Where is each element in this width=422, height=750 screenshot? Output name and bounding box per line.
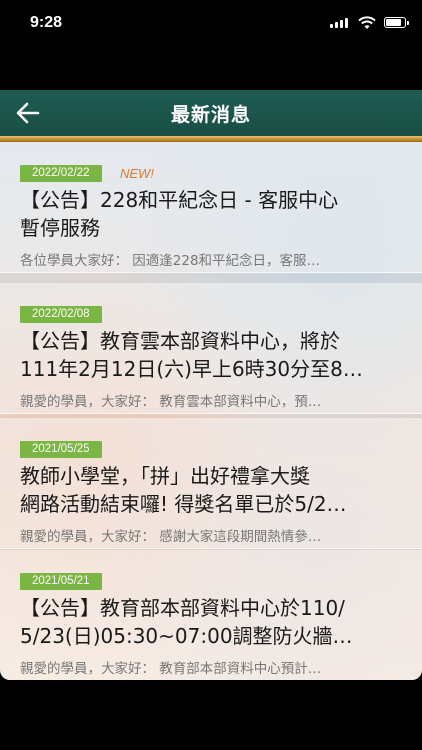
cellular-signal-icon xyxy=(330,18,348,28)
news-excerpt: 親愛的學員，大家好： 教育雲本部資料中心，預… xyxy=(20,394,322,410)
news-date: 2022/02/08 xyxy=(20,306,102,323)
news-date: 2021/05/21 xyxy=(20,573,102,590)
page-title: 最新消息 xyxy=(170,103,251,126)
news-excerpt: 親愛的學員，大家好： 教育部本部資料中心預計… xyxy=(20,661,322,677)
news-title-line2: 網路活動結束囉! 得獎名單已於5/2… xyxy=(20,492,347,516)
news-title-line1: 【公告】教育部本部資料中心於110/ xyxy=(20,596,345,620)
news-item[interactable]: 2022/02/08 【公告】教育雲本部資料中心，將於 111年2月12日(六)… xyxy=(0,283,422,414)
news-title-line2: 暫停服務 xyxy=(20,216,100,240)
news-title-line1: 教師小學堂，「拼」出好禮拿大獎 xyxy=(20,464,310,488)
battery-icon xyxy=(384,17,409,28)
news-item[interactable]: 2021/05/21 【公告】教育部本部資料中心於110/ 5/23(日)05:… xyxy=(0,550,422,680)
news-item[interactable]: 2022/02/22 NEW! 【公告】228和平紀念日 - 客服中心 暫停服務… xyxy=(0,142,422,273)
status-bar: 9:28 xyxy=(0,0,422,50)
back-arrow-icon[interactable] xyxy=(14,100,42,126)
news-excerpt: 親愛的學員，大家好： 感謝大家這段期間熱情參… xyxy=(20,529,322,545)
news-title: 【公告】教育部本部資料中心於110/ 5/23(日)05:30~07:00調整防… xyxy=(20,594,400,650)
news-item[interactable]: 2021/05/25 教師小學堂，「拼」出好禮拿大獎 網路活動結束囉! 得獎名單… xyxy=(0,418,422,549)
news-title: 教師小學堂，「拼」出好禮拿大獎 網路活動結束囉! 得獎名單已於5/2… xyxy=(20,462,400,518)
news-excerpt: 各位學員大家好： 因適逢228和平紀念日，客服… xyxy=(20,253,321,269)
news-title-line1: 【公告】教育雲本部資料中心，將於 xyxy=(20,329,340,353)
new-badge: NEW! xyxy=(120,166,154,181)
news-title: 【公告】228和平紀念日 - 客服中心 暫停服務 xyxy=(20,186,400,242)
news-title-line2: 111年2月12日(六)早上6時30分至8… xyxy=(20,357,363,381)
news-title-line1: 【公告】228和平紀念日 - 客服中心 xyxy=(20,188,339,212)
news-title-line2: 5/23(日)05:30~07:00調整防火牆… xyxy=(20,624,353,648)
news-date: 2022/02/22 xyxy=(20,165,102,182)
nav-header: 最新消息 xyxy=(0,90,422,136)
wifi-icon xyxy=(358,15,376,34)
news-list: 2022/02/22 NEW! 【公告】228和平紀念日 - 客服中心 暫停服務… xyxy=(0,142,422,680)
status-time: 9:28 xyxy=(30,14,63,31)
news-date: 2021/05/25 xyxy=(20,441,102,458)
news-title: 【公告】教育雲本部資料中心，將於 111年2月12日(六)早上6時30分至8… xyxy=(20,327,400,383)
